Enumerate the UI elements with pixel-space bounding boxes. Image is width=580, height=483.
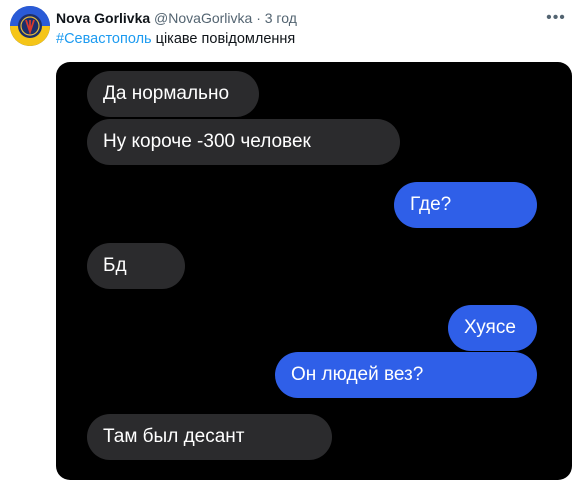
separator-dot: · xyxy=(256,10,261,26)
chat-bubble-incoming: Да нормально xyxy=(87,71,259,117)
chat-bubble-outgoing: Хуясе xyxy=(448,305,537,351)
chat-bubble-outgoing: Где? xyxy=(394,182,537,228)
tweet-text-body: цікаве повідомлення xyxy=(151,31,296,47)
media-image[interactable]: Да нормально Ну короче -300 человек Где?… xyxy=(56,62,572,480)
timestamp[interactable]: 3 год xyxy=(265,10,297,26)
more-horizontal-icon[interactable]: ••• xyxy=(544,9,568,27)
handle[interactable]: @NovaGorlivka xyxy=(154,10,252,26)
hashtag-link[interactable]: #Севастополь xyxy=(56,31,152,47)
avatar[interactable] xyxy=(10,6,50,46)
display-name[interactable]: Nova Gorlivka xyxy=(56,10,150,26)
tweet-text: #Севастополь цікаве повідомлення xyxy=(56,29,295,49)
chat-bubble-outgoing: Он людей вез? xyxy=(275,352,537,398)
avatar-emblem-icon xyxy=(10,6,50,46)
chat-bubble-incoming: Бд xyxy=(87,243,185,289)
tweet-header: Nova Gorlivka @NovaGorlivka · 3 год xyxy=(56,9,297,27)
chat-bubble-incoming: Там был десант xyxy=(87,414,332,460)
chat-bubble-incoming: Ну короче -300 человек xyxy=(87,119,400,165)
